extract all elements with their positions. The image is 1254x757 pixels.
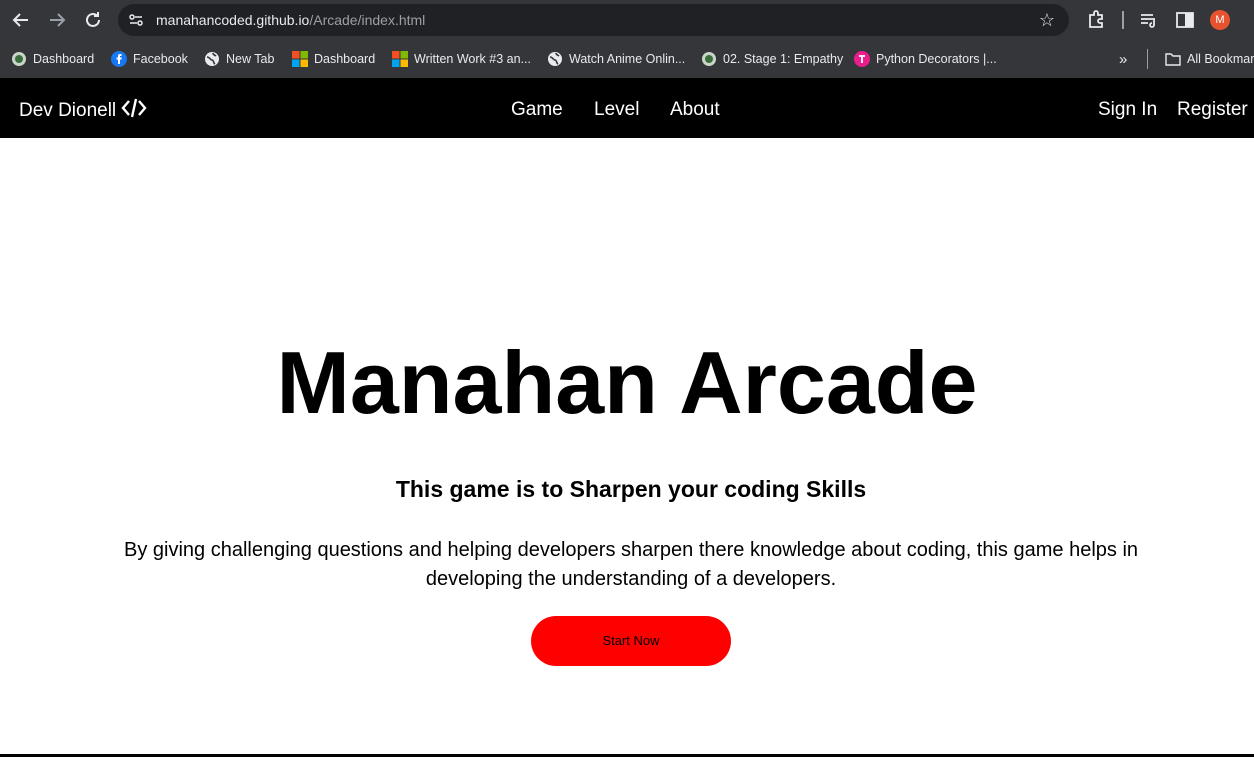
toolbar-divider [1122, 11, 1124, 29]
globe-icon [204, 51, 220, 67]
register-link[interactable]: Register [1177, 99, 1248, 121]
all-bookmarks-label: All Bookmar [1187, 52, 1254, 66]
start-now-button[interactable]: Start Now [531, 616, 731, 666]
pink-t-icon [854, 51, 870, 67]
hero-description: By giving challenging questions and help… [123, 539, 1139, 590]
facebook-icon [111, 51, 127, 67]
reading-list-icon[interactable] [1138, 9, 1160, 31]
site-navbar: Dev Dionell Game Level About Sign In Reg… [0, 78, 1254, 138]
microsoft-icon [292, 51, 308, 67]
bookmark-item[interactable]: New Tab [204, 49, 274, 69]
browser-toolbar: manahancoded.github.io/Arcade/index.html… [0, 0, 1254, 40]
bookmark-item[interactable]: Facebook [111, 49, 188, 69]
nav-link-game[interactable]: Game [511, 99, 563, 121]
brand-name: Dev Dionell [19, 100, 117, 121]
code-icon [121, 97, 147, 125]
bookmark-item[interactable]: Dashboard [11, 49, 94, 69]
brand-logo[interactable]: Dev Dionell [19, 97, 147, 125]
microsoft-icon [392, 51, 408, 67]
bookmark-label: New Tab [226, 52, 275, 66]
bookmark-item[interactable]: Written Work #3 an... [392, 49, 531, 69]
bookmarks-overflow-button[interactable]: » [1119, 49, 1127, 69]
extensions-icon[interactable] [1085, 9, 1107, 31]
bookmark-label: 02. Stage 1: Empathy [723, 52, 844, 66]
bookmarks-bar: Dashboard Facebook New Tab Dashboard Wri… [0, 40, 1254, 78]
hero-title: Manahan Arcade [276, 333, 978, 432]
back-arrow-icon[interactable] [9, 8, 33, 32]
globe-green-icon [11, 51, 27, 67]
bookmark-label: Dashboard [314, 52, 376, 66]
hero-subtitle: This game is to Sharpen your coding Skil… [395, 476, 867, 502]
url-text[interactable]: manahancoded.github.io/Arcade/index.html [156, 11, 425, 29]
bookmark-label: Written Work #3 an... [414, 52, 531, 66]
bookmark-label: Python Decorators |... [876, 52, 997, 66]
folder-icon [1165, 51, 1181, 67]
bookmark-star-icon[interactable]: ☆ [1039, 9, 1055, 31]
sign-in-link[interactable]: Sign In [1098, 99, 1157, 121]
reload-icon[interactable] [81, 8, 105, 32]
globe-icon [547, 51, 563, 67]
url-domain: manahancoded.github.io [156, 12, 310, 28]
bookmark-label: Dashboard [33, 52, 95, 66]
address-bar[interactable]: manahancoded.github.io/Arcade/index.html… [118, 4, 1069, 36]
bookmarks-divider [1147, 49, 1148, 69]
nav-link-level[interactable]: Level [594, 99, 639, 121]
site-info-icon[interactable] [128, 12, 144, 28]
forward-arrow-icon[interactable] [45, 8, 69, 32]
bookmark-label: Watch Anime Onlin... [569, 52, 686, 66]
bookmark-label: Facebook [133, 52, 188, 66]
bookmark-item[interactable]: 02. Stage 1: Empathy [701, 49, 843, 69]
all-bookmarks-button[interactable]: All Bookmar [1165, 49, 1254, 69]
profile-avatar[interactable]: M [1210, 10, 1230, 30]
globe-green-icon [701, 51, 717, 67]
bookmark-item[interactable]: Dashboard [292, 49, 375, 69]
side-panel-icon[interactable] [1174, 9, 1196, 31]
url-path: /Arcade/index.html [309, 12, 426, 28]
bookmark-item[interactable]: Python Decorators |... [854, 49, 997, 69]
bookmark-item[interactable]: Watch Anime Onlin... [547, 49, 685, 69]
nav-link-about[interactable]: About [670, 99, 720, 121]
